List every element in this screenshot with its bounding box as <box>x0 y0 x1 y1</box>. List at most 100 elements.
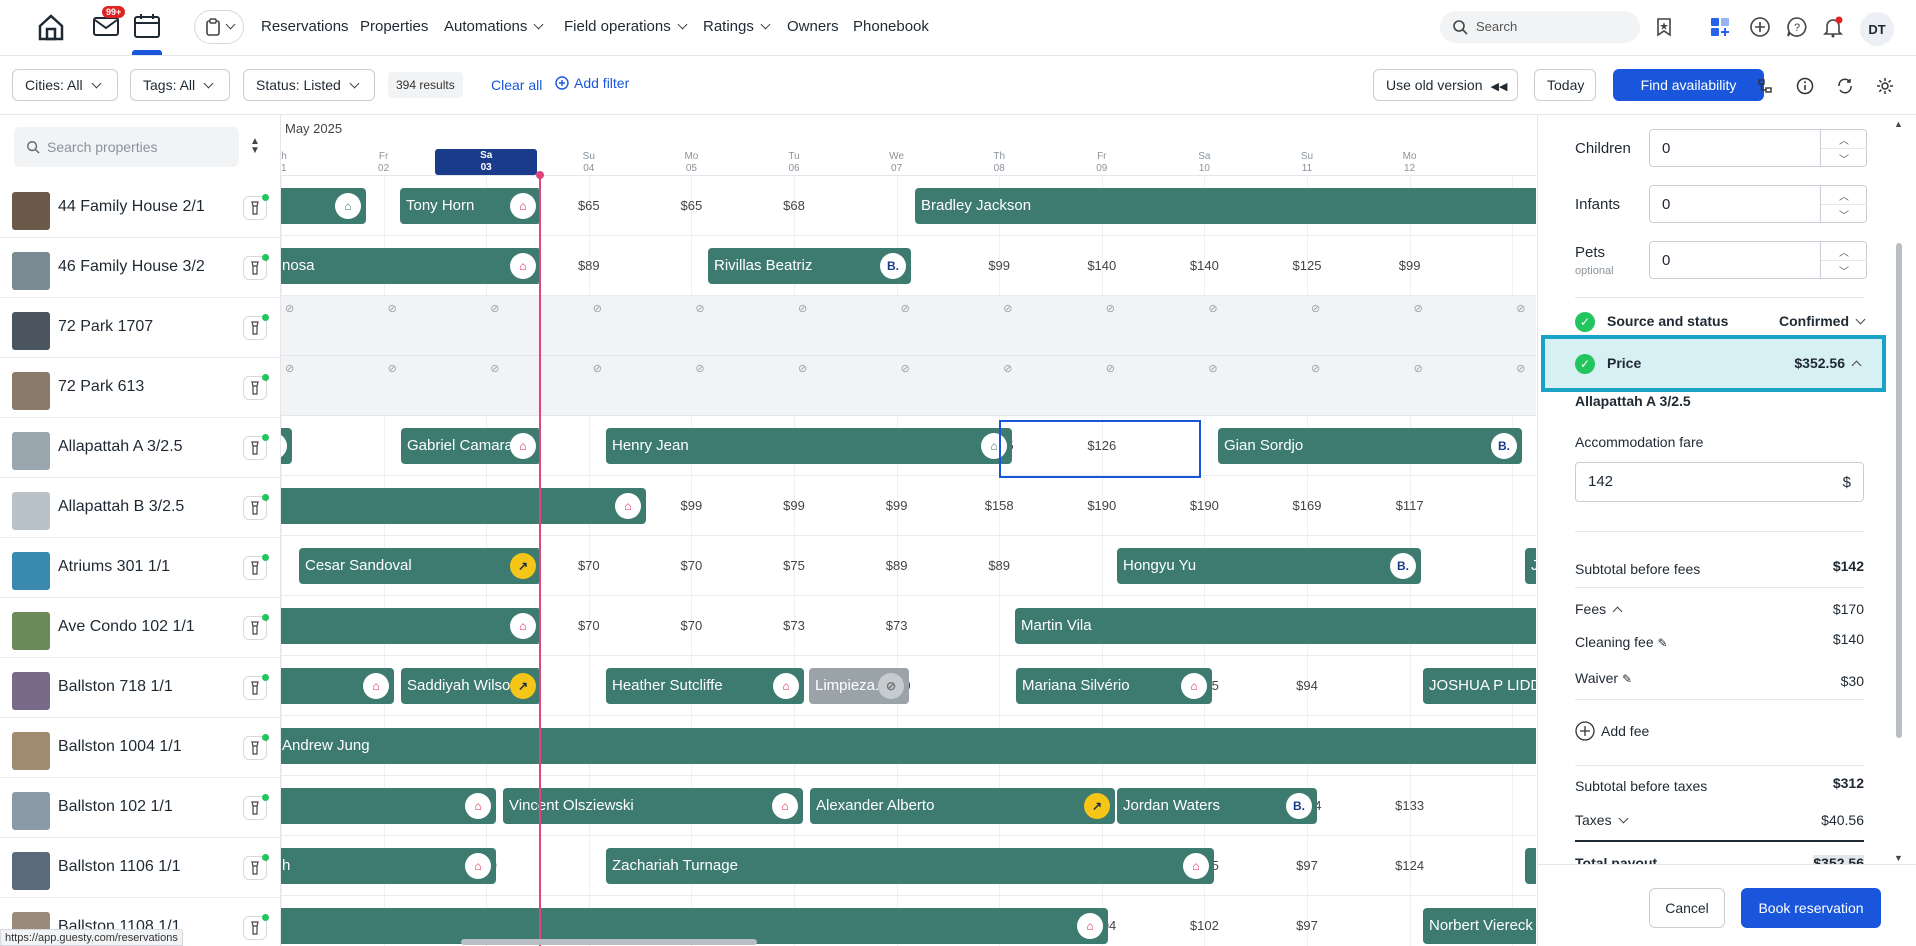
nightly-price[interactable]: $190 <box>1051 498 1153 513</box>
reservation-bar[interactable]: Vincent Olsziewski ⌂ <box>503 788 803 824</box>
reservation-bar[interactable]: Henry Jean ⌂ <box>606 428 1012 464</box>
nightly-price[interactable]: $99 <box>948 258 1050 273</box>
today-button[interactable]: Today <box>1534 69 1596 101</box>
nightly-price[interactable]: $140 <box>1051 258 1153 273</box>
reservation-bar[interactable]: Norbert Viereck <box>1423 908 1536 944</box>
nav-owners[interactable]: Owners <box>787 18 839 35</box>
cleaning-status-icon[interactable] <box>243 674 269 700</box>
global-search[interactable]: Search <box>1440 11 1640 43</box>
reservation-bar[interactable]: JOSHUA P LIDDY <box>1525 548 1536 584</box>
nightly-price[interactable]: $169 <box>1256 498 1358 513</box>
property-row[interactable]: 44 Family House 2/1 <box>0 178 280 238</box>
nightly-price[interactable]: $65 <box>640 198 742 213</box>
nav-field-operations[interactable]: Field operations <box>564 18 688 35</box>
property-row[interactable]: Atriums 301 1/1 <box>0 538 280 598</box>
reservation-bar[interactable]: B. <box>281 428 292 464</box>
reservation-bar[interactable]: Heather Sutcliffe ⌂ <box>606 668 804 704</box>
property-search[interactable]: Search properties <box>14 127 239 167</box>
reservation-bar[interactable]: Martin Vila <box>1015 608 1536 644</box>
reservation-bar[interactable]: ⌂ <box>281 608 541 644</box>
nav-automations[interactable]: Automations <box>444 18 544 35</box>
cleaning-status-icon[interactable] <box>243 254 269 280</box>
reservation-bar[interactable]: Tony Horn ⌂ <box>400 188 541 224</box>
avatar[interactable]: DT <box>1860 12 1894 46</box>
nightly-price[interactable]: $89 <box>538 258 640 273</box>
source-status-row[interactable]: ✓ Source and status Confirmed <box>1575 309 1866 335</box>
infants-input[interactable]: 0 <box>1649 185 1821 223</box>
reservation-bar[interactable]: h ⌂ <box>281 848 496 884</box>
pets-input[interactable]: 0 <box>1649 241 1821 279</box>
add-fee-button[interactable]: Add fee <box>1575 721 1649 741</box>
nightly-price[interactable]: $89 <box>948 558 1050 573</box>
nightly-price[interactable]: $70 <box>640 618 742 633</box>
notifications-icon[interactable] <box>1818 12 1848 42</box>
reservation-bar[interactable] <box>1525 848 1536 884</box>
horizontal-scrollbar[interactable] <box>461 939 757 945</box>
clear-all-link[interactable]: Clear all <box>491 77 542 93</box>
accommodation-input[interactable]: 142 $ <box>1575 462 1864 502</box>
reservation-bar[interactable]: ⌂ <box>281 488 646 524</box>
nightly-price[interactable]: $125 <box>1256 258 1358 273</box>
nightly-price[interactable]: $70 <box>538 618 640 633</box>
cleaning-status-icon[interactable] <box>243 854 269 880</box>
reservation-bar[interactable]: Gian Sordjo B. <box>1218 428 1522 464</box>
tags-filter[interactable]: Tags: All <box>130 69 230 101</box>
chevron-down-icon[interactable]: ﹀ <box>1821 149 1867 168</box>
reservation-bar[interactable]: Zachariah Turnage ⌂ <box>606 848 1214 884</box>
calendar-icon[interactable] <box>132 12 162 56</box>
taxes-toggle[interactable]: Taxes <box>1575 812 1629 828</box>
property-row[interactable]: Ballston 718 1/1 <box>0 658 280 718</box>
nightly-price[interactable]: $102 <box>1153 918 1255 933</box>
mail-icon[interactable]: 99+ <box>92 6 126 38</box>
use-old-version-button[interactable]: Use old version ◀◀ <box>1373 69 1518 101</box>
nightly-price[interactable]: $140 <box>1153 258 1255 273</box>
chevron-up-icon[interactable]: ︿ <box>1821 242 1867 261</box>
nightly-price[interactable]: $68 <box>743 198 845 213</box>
cleaning-status-icon[interactable] <box>243 194 269 220</box>
property-row[interactable]: Ave Condo 102 1/1 <box>0 598 280 658</box>
reservation-bar[interactable]: Hongyu Yu B. <box>1117 548 1421 584</box>
property-row[interactable]: Allapattah A 3/2.5 <box>0 418 280 478</box>
fees-toggle[interactable]: Fees <box>1575 601 1623 617</box>
nightly-price[interactable]: $190 <box>1153 498 1255 513</box>
sort-icon[interactable]: ▲ ▼ <box>250 137 260 156</box>
reservation-bar[interactable]: Limpieza... ⊘ <box>809 668 909 704</box>
nightly-price[interactable]: $99 <box>640 498 742 513</box>
cities-filter[interactable]: Cities: All <box>12 69 118 101</box>
property-row[interactable]: Ballston 102 1/1 <box>0 778 280 838</box>
nightly-price[interactable]: $70 <box>640 558 742 573</box>
reservation-bar[interactable]: Andrew Jung <box>281 728 1536 764</box>
nightly-price[interactable]: $73 <box>743 618 845 633</box>
reservation-bar[interactable]: Saddiyah Wilson ↗ <box>401 668 541 704</box>
reservation-bar[interactable]: Alexander Alberto ↗ <box>810 788 1115 824</box>
nightly-price[interactable]: $75 <box>743 558 845 573</box>
reservation-bar[interactable]: ⌂ <box>281 788 496 824</box>
reservation-bar[interactable]: JOSHUA P LIDDY <box>1423 668 1536 704</box>
nightly-price[interactable]: $97 <box>1256 918 1358 933</box>
chevron-down-icon[interactable]: ﹀ <box>1821 261 1867 280</box>
cleaning-status-icon[interactable] <box>243 914 269 940</box>
property-row[interactable]: 46 Family House 3/2 <box>0 238 280 298</box>
settings-icon[interactable] <box>1870 71 1900 101</box>
add-filter-button[interactable]: Add filter <box>555 75 629 91</box>
reservation-bar[interactable]: Jordan Waters B. <box>1117 788 1317 824</box>
home-icon[interactable] <box>36 12 66 42</box>
apps-icon[interactable] <box>1705 12 1735 42</box>
nightly-price[interactable]: $117 <box>1359 498 1461 513</box>
property-row[interactable]: 72 Park 1707 <box>0 298 280 358</box>
reservation-bar[interactable]: Mariana Silvério ⌂ <box>1016 668 1212 704</box>
reservation-bar[interactable]: ⌂ <box>281 668 394 704</box>
property-row[interactable]: 72 Park 613 <box>0 358 280 418</box>
scroll-down-icon[interactable]: ▼ <box>1894 853 1903 863</box>
nightly-price[interactable]: $99 <box>1359 258 1461 273</box>
info-icon[interactable] <box>1790 71 1820 101</box>
book-reservation-button[interactable]: Book reservation <box>1741 888 1881 928</box>
help-icon[interactable]: ? <box>1782 12 1812 42</box>
status-filter[interactable]: Status: Listed <box>243 69 375 101</box>
nightly-price[interactable]: $99 <box>743 498 845 513</box>
nightly-price[interactable]: $73 <box>846 618 948 633</box>
nightly-price[interactable]: $133 <box>1359 798 1461 813</box>
cleaning-status-icon[interactable] <box>243 434 269 460</box>
infants-stepper[interactable]: ︿ ﹀ <box>1821 185 1867 223</box>
hierarchy-icon[interactable] <box>1750 71 1780 101</box>
